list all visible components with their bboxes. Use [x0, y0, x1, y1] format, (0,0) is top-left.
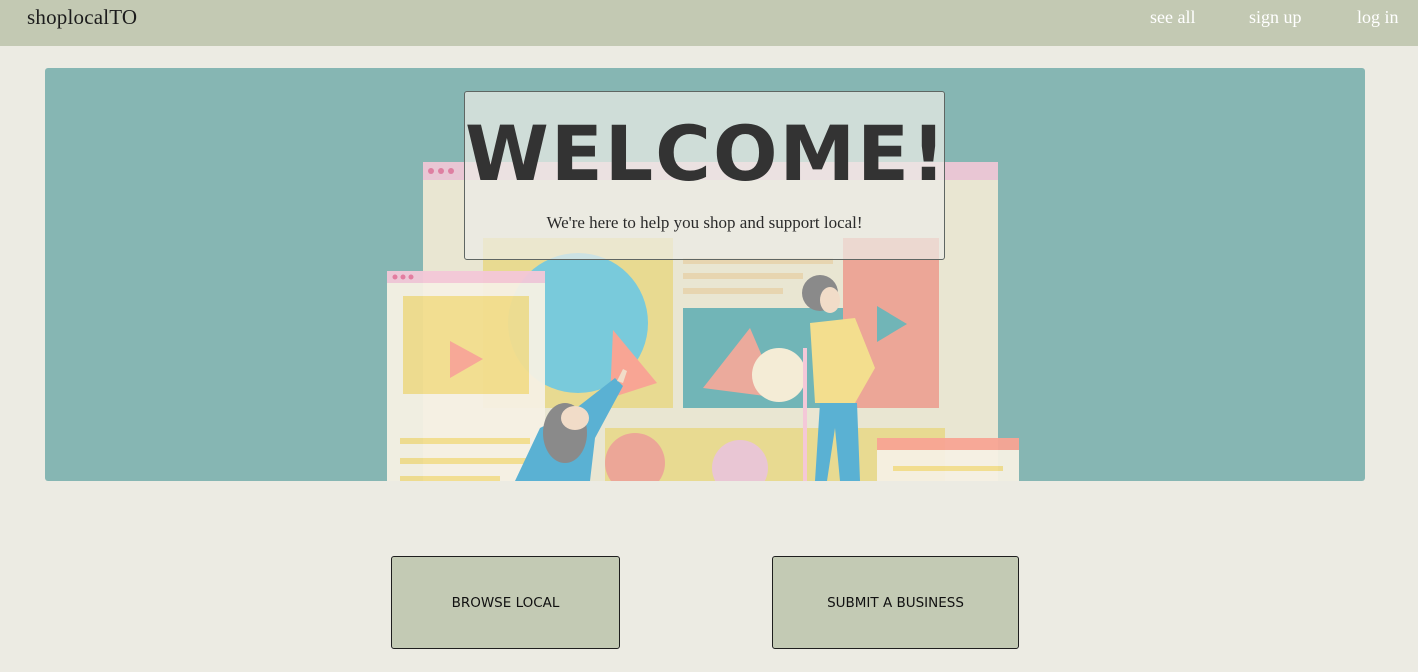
- brand-logo-link[interactable]: shoplocalTO: [27, 5, 137, 30]
- submit-business-button[interactable]: SUBMIT A BUSINESS: [772, 556, 1019, 649]
- welcome-card: WELCOME! We're here to help you shop and…: [464, 91, 948, 260]
- nav-see-all-link[interactable]: see all: [1150, 7, 1195, 28]
- welcome-subtitle: We're here to help you shop and support …: [546, 213, 863, 232]
- nav-log-in-link[interactable]: log in: [1357, 7, 1399, 28]
- hero-banner: WELCOME! We're here to help you shop and…: [45, 68, 1365, 481]
- top-navbar: shoplocalTO see all sign up log in: [0, 0, 1418, 46]
- browse-local-button[interactable]: BROWSE LOCAL: [391, 556, 620, 649]
- welcome-title: WELCOME!: [465, 109, 948, 198]
- nav-sign-up-link[interactable]: sign up: [1249, 7, 1302, 28]
